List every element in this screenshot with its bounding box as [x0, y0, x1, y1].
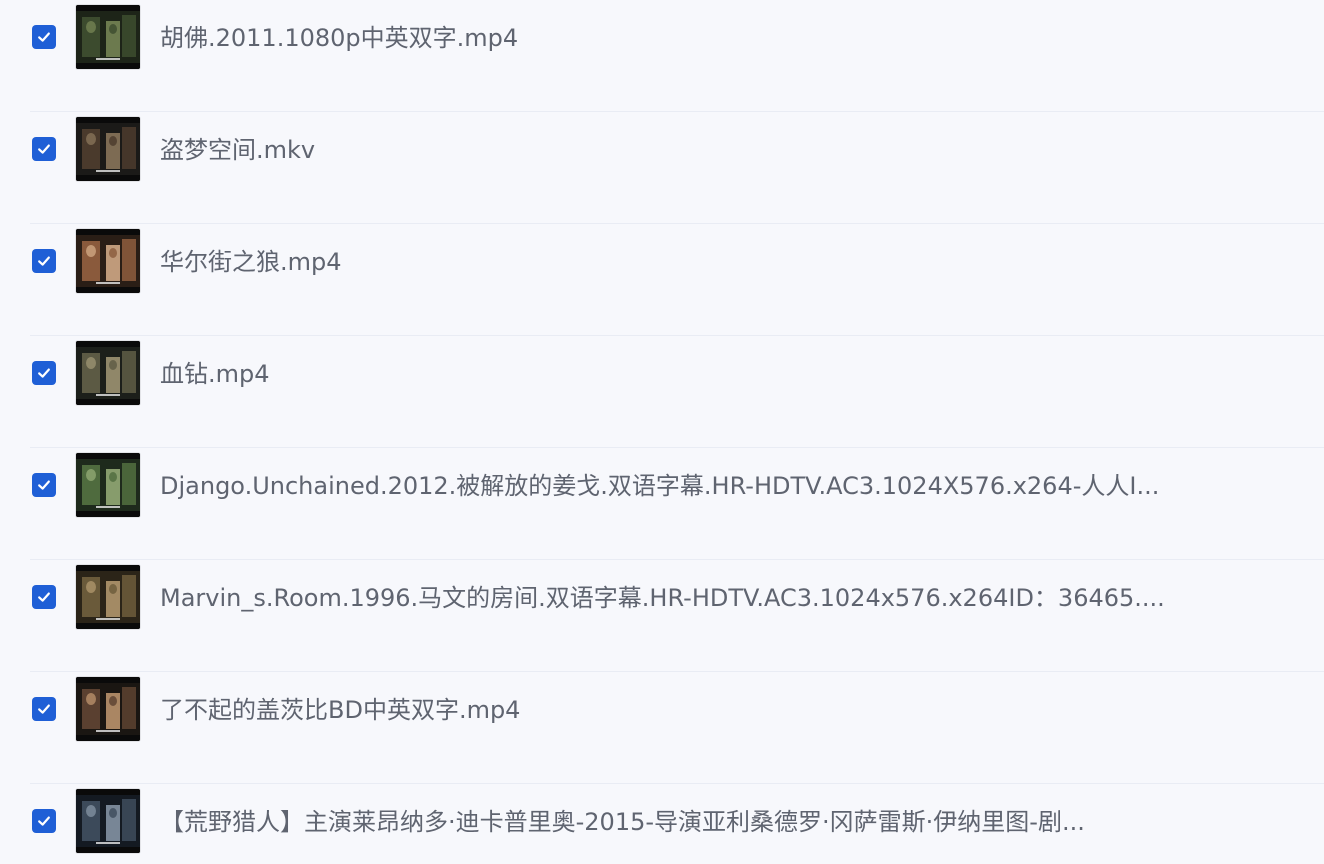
file-name[interactable]: 华尔街之狼.mp4: [160, 242, 1220, 282]
file-name[interactable]: 盗梦空间.mkv: [160, 130, 1220, 170]
checkmark-icon: [38, 480, 50, 490]
file-row[interactable]: 盗梦空间.mkv: [0, 112, 1324, 224]
select-checkbox[interactable]: [32, 697, 56, 721]
file-row[interactable]: 【荒野猎人】主演莱昂纳多·迪卡普里奥-2015-导演亚利桑德罗·冈萨雷斯·伊纳里…: [0, 784, 1324, 864]
video-thumbnail: [76, 677, 140, 741]
file-name[interactable]: 了不起的盖茨比BD中英双字.mp4: [160, 690, 1220, 730]
file-row[interactable]: Django.Unchained.2012.被解放的姜戈.双语字幕.HR-HDT…: [0, 448, 1324, 560]
video-thumbnail: [76, 789, 140, 853]
video-thumbnail: [76, 5, 140, 69]
file-row[interactable]: 血钻.mp4: [0, 336, 1324, 448]
select-checkbox[interactable]: [32, 137, 56, 161]
video-thumbnail: [76, 565, 140, 629]
video-thumbnail: [76, 117, 140, 181]
video-thumbnail: [76, 341, 140, 405]
video-thumbnail: [76, 453, 140, 517]
file-row[interactable]: 胡佛.2011.1080p中英双字.mp4: [0, 0, 1324, 112]
checkmark-icon: [38, 32, 50, 42]
file-name[interactable]: 血钻.mp4: [160, 354, 1220, 394]
select-checkbox[interactable]: [32, 473, 56, 497]
file-row[interactable]: Marvin_s.Room.1996.马文的房间.双语字幕.HR-HDTV.AC…: [0, 560, 1324, 672]
select-checkbox[interactable]: [32, 25, 56, 49]
checkmark-icon: [38, 144, 50, 154]
checkmark-icon: [38, 704, 50, 714]
file-list: 胡佛.2011.1080p中英双字.mp4 盗梦空间.mkv 华尔街之狼.mp4 血钻…: [0, 0, 1324, 864]
checkmark-icon: [38, 368, 50, 378]
checkmark-icon: [38, 256, 50, 266]
select-checkbox[interactable]: [32, 809, 56, 833]
select-checkbox[interactable]: [32, 585, 56, 609]
select-checkbox[interactable]: [32, 249, 56, 273]
file-row[interactable]: 华尔街之狼.mp4: [0, 224, 1324, 336]
video-thumbnail: [76, 229, 140, 293]
file-name[interactable]: 胡佛.2011.1080p中英双字.mp4: [160, 18, 1220, 58]
file-name[interactable]: Django.Unchained.2012.被解放的姜戈.双语字幕.HR-HDT…: [160, 466, 1220, 506]
checkmark-icon: [38, 816, 50, 826]
file-name[interactable]: Marvin_s.Room.1996.马文的房间.双语字幕.HR-HDTV.AC…: [160, 578, 1220, 618]
file-row[interactable]: 了不起的盖茨比BD中英双字.mp4: [0, 672, 1324, 784]
select-checkbox[interactable]: [32, 361, 56, 385]
file-name[interactable]: 【荒野猎人】主演莱昂纳多·迪卡普里奥-2015-导演亚利桑德罗·冈萨雷斯·伊纳里…: [160, 802, 1220, 842]
checkmark-icon: [38, 592, 50, 602]
